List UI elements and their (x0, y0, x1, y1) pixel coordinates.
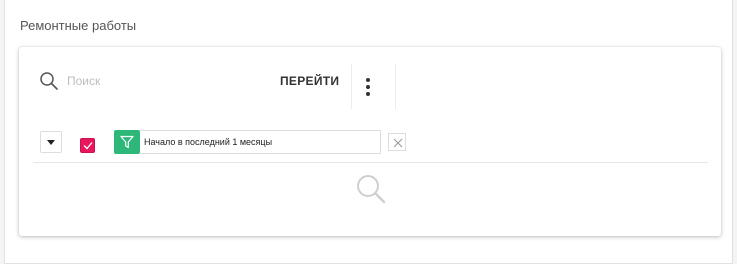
list-card: ПЕРЕЙТИ Начало в последний 1 месяцы (19, 47, 721, 236)
page-panel: Ремонтные работы ПЕРЕЙТИ Начало в послед… (4, 0, 733, 264)
search-input[interactable] (67, 70, 267, 92)
more-vertical-icon[interactable] (358, 75, 378, 101)
remove-filter-button[interactable] (388, 133, 406, 151)
filter-icon-button[interactable] (114, 130, 140, 154)
section-title: Ремонтные работы (20, 18, 137, 33)
filter-dropdown-toggle[interactable] (40, 131, 62, 153)
toolbar-divider-right (395, 64, 396, 109)
search-icon (40, 72, 58, 90)
filter-enable-checkbox[interactable] (80, 138, 95, 153)
empty-state-search-icon (357, 175, 386, 204)
checkmark-icon (83, 142, 93, 150)
results-divider (33, 162, 708, 163)
funnel-icon (120, 135, 134, 149)
close-icon (393, 138, 403, 148)
caret-down-icon (47, 140, 55, 145)
go-button[interactable]: ПЕРЕЙТИ (274, 69, 345, 93)
toolbar-divider-left (351, 64, 352, 109)
filter-condition[interactable]: Начало в последний 1 месяцы (140, 130, 381, 154)
